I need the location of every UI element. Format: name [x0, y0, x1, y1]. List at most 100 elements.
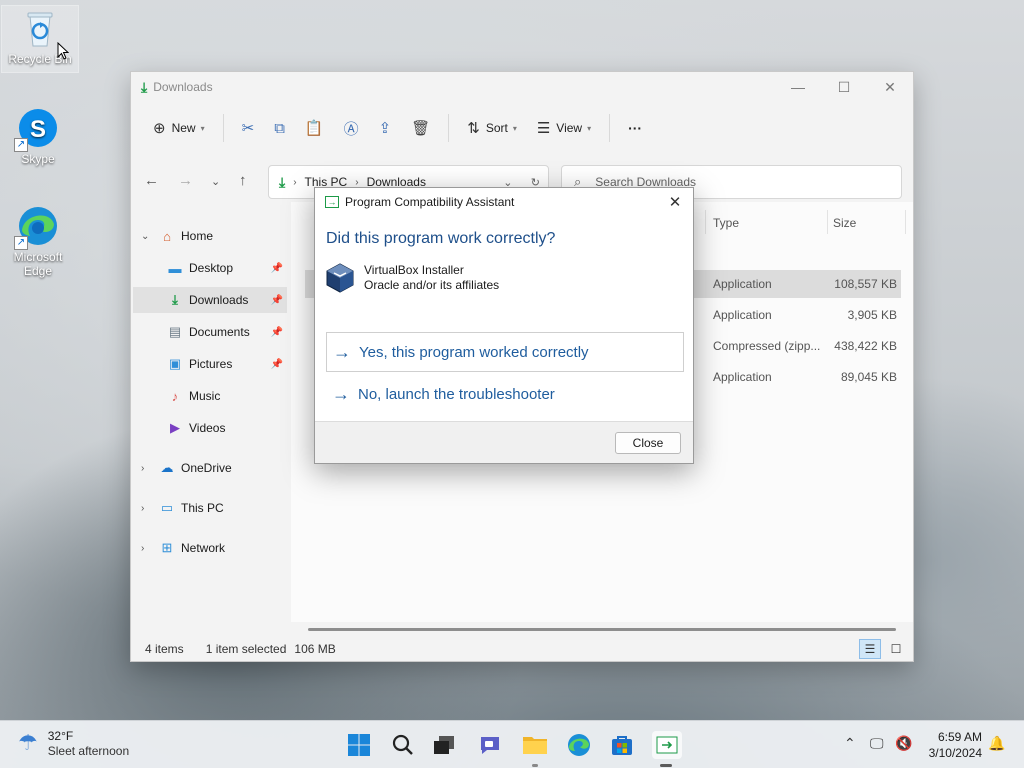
recent-locations-button[interactable]: ⌄	[211, 175, 220, 188]
status-bar: 4 items 1 item selected 106 MB ☰ ☐	[131, 637, 913, 661]
file-explorer-taskbar-button[interactable]	[521, 731, 549, 767]
cut-button[interactable]: ✂	[234, 112, 263, 144]
more-options-button[interactable]: ···	[620, 112, 650, 144]
chevron-down-icon: ▾	[512, 123, 517, 133]
sleet-umbrella-icon: ☂	[18, 730, 38, 755]
download-icon: ⤓	[172, 292, 178, 307]
nav-onedrive[interactable]: › ☁ OneDrive	[131, 455, 289, 481]
forward-button[interactable]: →	[178, 172, 193, 189]
chevron-down-icon: ▾	[200, 123, 205, 133]
share-button[interactable]: ⇪	[371, 112, 400, 144]
dialog-heading: Did this program work correctly?	[326, 230, 556, 247]
weather-description: Sleet afternoon	[47, 744, 130, 758]
column-header-type[interactable]: Type	[713, 216, 739, 230]
show-hidden-icons-button[interactable]: ⌃	[844, 735, 856, 752]
compatibility-assistant-taskbar-button[interactable]	[652, 731, 682, 767]
column-header-size[interactable]: Size	[833, 216, 856, 230]
nav-desktop[interactable]: ▬ Desktop 📌	[133, 255, 287, 281]
window-title: Downloads	[153, 80, 213, 94]
nav-documents[interactable]: ▤ Documents 📌	[133, 319, 287, 345]
cloud-icon: ☁	[160, 460, 174, 475]
desktop-icon-label: Skype	[21, 152, 55, 166]
clock-time: 6:59 AM	[937, 730, 982, 744]
nav-this-pc[interactable]: › ▭ This PC	[131, 495, 289, 521]
search-taskbar-button[interactable]	[389, 731, 417, 759]
videos-icon: ▶	[170, 420, 180, 435]
nav-videos[interactable]: ▶ Videos	[133, 415, 287, 441]
pin-icon: 📌	[270, 326, 283, 338]
nav-music[interactable]: ♪ Music	[133, 383, 287, 409]
clipboard-icon: 📋	[304, 120, 324, 137]
volume-muted-icon[interactable]: 🔇	[895, 735, 912, 752]
store-button[interactable]	[608, 731, 636, 759]
store-icon	[612, 736, 632, 755]
compatibility-icon	[656, 736, 678, 754]
new-button[interactable]: ⊕ New ▾	[145, 112, 213, 144]
program-name: VirtualBox Installer	[364, 263, 464, 277]
new-label: New	[171, 121, 196, 135]
view-button[interactable]: ☰ View ▾	[529, 112, 599, 144]
desktop-icon-label: Microsoft Edge	[13, 250, 63, 278]
start-button[interactable]	[345, 731, 373, 759]
weather-temperature: 32°F	[47, 729, 74, 743]
pictures-icon: ▣	[168, 356, 182, 371]
edge-taskbar-button[interactable]	[565, 731, 593, 759]
dialog-titlebar: → Program Compatibility Assistant	[315, 188, 693, 216]
file-type: Application	[713, 277, 772, 291]
chevron-down-icon: ▾	[587, 123, 592, 133]
toolbar-divider	[448, 114, 450, 142]
dialog-title: Program Compatibility Assistant	[345, 195, 515, 209]
sort-button[interactable]: ⇅ Sort ▾	[459, 112, 525, 144]
details-view-button[interactable]: ☰	[859, 639, 881, 659]
chevron-right-icon: ›	[141, 502, 145, 514]
nav-downloads[interactable]: ⤓ Downloads 📌	[133, 287, 287, 313]
nav-home[interactable]: ⌄ ⌂ Home	[131, 223, 289, 249]
nav-network[interactable]: › ⊞ Network	[131, 535, 289, 561]
desktop-icon-edge[interactable]: ↗ Microsoft Edge	[0, 204, 76, 278]
pin-icon: 📌	[270, 294, 283, 306]
close-button[interactable]: Close	[615, 432, 681, 454]
copy-button[interactable]: ⧉	[266, 112, 293, 144]
desktop-icon-recycle-bin[interactable]: Recycle Bin	[1, 5, 79, 73]
pin-icon: 📌	[270, 358, 283, 370]
clock[interactable]: 6:59 AM 3/10/2024	[929, 729, 982, 761]
desktop-icon-skype[interactable]: S ↗ Skype	[0, 106, 76, 166]
nav-label: Music	[189, 389, 221, 403]
maximize-button[interactable]: ☐	[821, 72, 867, 102]
desktop-folder-icon: ▬	[168, 260, 182, 276]
rename-button[interactable]: Ⓐ	[336, 112, 367, 144]
option-worked-correctly[interactable]: → Yes, this program worked correctly	[326, 332, 684, 372]
nav-label: Downloads	[189, 293, 249, 307]
computer-icon: ▭	[160, 500, 174, 515]
chevron-right-icon: ›	[355, 176, 359, 188]
chevron-right-icon: ›	[141, 462, 145, 474]
program-publisher: Oracle and/or its affiliates	[364, 278, 500, 292]
program-info: VirtualBox Installer Oracle and/or its a…	[326, 263, 499, 293]
file-size: 438,422 KB	[834, 339, 897, 353]
nav-label: Home	[181, 229, 214, 243]
chat-button[interactable]	[476, 731, 504, 759]
nav-pictures[interactable]: ▣ Pictures 📌	[133, 351, 287, 377]
skype-icon: S ↗	[14, 106, 60, 152]
navigation-pane: ⌄ ⌂ Home ▬ Desktop 📌 ⤓ Downloads 📌 ▤ Doc…	[131, 222, 291, 622]
network-status-icon[interactable]: 🖵	[870, 735, 884, 752]
notification-icon[interactable]: 🔔	[988, 735, 1005, 752]
nav-label: Network	[181, 541, 226, 555]
minimize-button[interactable]: —	[775, 72, 821, 102]
arrow-right-icon: →	[332, 383, 350, 404]
option-launch-troubleshooter[interactable]: → No, launch the troubleshooter	[326, 374, 684, 414]
delete-button[interactable]: 🗑	[403, 112, 438, 144]
dialog-close-icon[interactable]: ✕	[665, 193, 685, 211]
task-view-button[interactable]	[430, 731, 458, 759]
back-button[interactable]: ←	[144, 172, 159, 189]
up-button[interactable]: ↑	[239, 172, 247, 189]
taskbar: ☂ 32°F Sleet afternoon ⌃ 🖵 🔇 6:59 AM 3/1…	[0, 720, 1024, 768]
tiles-view-button[interactable]: ☐	[885, 639, 907, 659]
file-type: Application	[713, 308, 772, 322]
horizontal-scrollbar[interactable]	[308, 628, 896, 631]
paste-button[interactable]: 📋	[297, 112, 332, 144]
weather-widget[interactable]: ☂ 32°F Sleet afternoon	[18, 729, 129, 759]
close-window-button[interactable]: ✕	[867, 72, 913, 102]
chevron-down-icon: ⌄	[141, 230, 150, 242]
nav-label: Documents	[189, 325, 250, 339]
